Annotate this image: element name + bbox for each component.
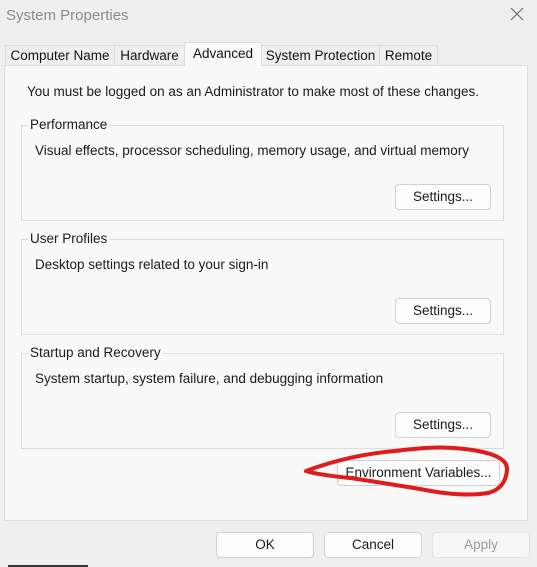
tab-system-protection[interactable]: System Protection — [261, 45, 380, 65]
environment-variables-button[interactable]: Environment Variables... — [337, 460, 500, 486]
group-title: Startup and Recovery — [28, 345, 163, 361]
tab-computer-name[interactable]: Computer Name — [5, 45, 115, 65]
group-description: Desktop settings related to your sign-in — [35, 257, 269, 272]
tab-remote[interactable]: Remote — [379, 45, 438, 65]
startup-recovery-settings-button[interactable]: Settings... — [395, 412, 491, 438]
close-icon[interactable] — [509, 6, 525, 22]
group-description: System startup, system failure, and debu… — [35, 371, 384, 386]
admin-notice: You must be logged on as an Administrato… — [27, 84, 480, 99]
user-profiles-settings-button[interactable]: Settings... — [395, 298, 491, 324]
apply-button[interactable]: Apply — [432, 532, 530, 558]
startup-recovery-group: Startup and Recovery System startup, sys… — [21, 345, 504, 449]
group-title: User Profiles — [28, 231, 110, 247]
tab-hardware[interactable]: Hardware — [114, 45, 185, 65]
group-description: Visual effects, processor scheduling, me… — [35, 143, 469, 158]
user-profiles-group: User Profiles Desktop settings related t… — [21, 231, 504, 335]
ok-button[interactable]: OK — [216, 532, 314, 558]
group-title: Performance — [28, 117, 110, 133]
title-bar: System Properties — [0, 0, 537, 34]
window-title: System Properties — [6, 7, 129, 24]
tab-advanced[interactable]: Advanced — [184, 42, 262, 66]
performance-settings-button[interactable]: Settings... — [395, 184, 491, 210]
performance-group: Performance Visual effects, processor sc… — [21, 117, 504, 221]
cancel-button[interactable]: Cancel — [324, 532, 422, 558]
